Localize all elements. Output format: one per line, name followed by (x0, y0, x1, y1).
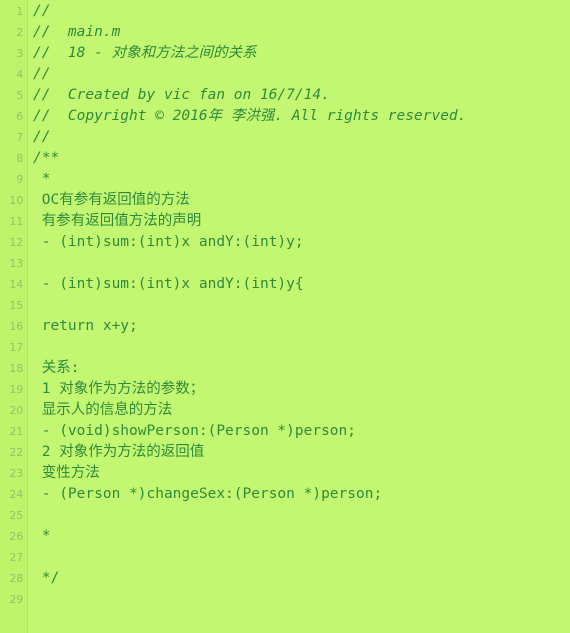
line-number[interactable]: 20 (0, 400, 27, 421)
line-number[interactable]: 10 (0, 190, 27, 211)
line-number[interactable]: 23 (0, 463, 27, 484)
line-number[interactable]: 21 (0, 421, 27, 442)
code-line[interactable]: // (33, 64, 570, 85)
line-number[interactable]: 4 (0, 64, 27, 85)
line-number[interactable]: 14 (0, 274, 27, 295)
code-line[interactable]: - (int)sum:(int)x andY:(int)y; (33, 232, 570, 253)
code-line[interactable]: 有参有返回值方法的声明 (33, 211, 570, 232)
code-line[interactable]: // (33, 1, 570, 22)
line-number[interactable]: 5 (0, 85, 27, 106)
code-line[interactable] (33, 253, 570, 274)
line-number[interactable]: 1 (0, 1, 27, 22)
line-number[interactable]: 8 (0, 148, 27, 169)
line-number[interactable]: 28 (0, 568, 27, 589)
code-line[interactable]: 1 对象作为方法的参数； (33, 379, 570, 400)
code-line[interactable]: // main.m (33, 22, 570, 43)
code-line[interactable]: - (Person *)changeSex:(Person *)person; (33, 484, 570, 505)
code-line[interactable]: OC有参有返回值的方法 (33, 190, 570, 211)
line-number[interactable]: 12 (0, 232, 27, 253)
code-line[interactable]: return x+y; (33, 316, 570, 337)
line-number[interactable]: 29 (0, 589, 27, 610)
code-line[interactable]: // Copyright © 2016年 李洪强. All rights res… (33, 106, 570, 127)
line-number[interactable]: 16 (0, 316, 27, 337)
line-number[interactable]: 17 (0, 337, 27, 358)
line-number[interactable]: 22 (0, 442, 27, 463)
line-number[interactable]: 19 (0, 379, 27, 400)
code-line[interactable]: /** (33, 148, 570, 169)
code-line[interactable] (33, 547, 570, 568)
code-line[interactable]: 关系: (33, 358, 570, 379)
line-number[interactable]: 25 (0, 505, 27, 526)
code-line[interactable] (33, 589, 570, 610)
code-line[interactable] (33, 295, 570, 316)
line-number[interactable]: 26 (0, 526, 27, 547)
line-number[interactable]: 3 (0, 43, 27, 64)
line-number[interactable]: 7 (0, 127, 27, 148)
line-number[interactable]: 13 (0, 253, 27, 274)
line-number[interactable]: 9 (0, 169, 27, 190)
code-line[interactable]: // 18 - 对象和方法之间的关系 (33, 43, 570, 64)
code-line[interactable]: // Created by vic fan on 16/7/14. (33, 85, 570, 106)
code-line[interactable]: 变性方法 (33, 463, 570, 484)
code-line[interactable]: * (33, 169, 570, 190)
line-number-gutter[interactable]: 1 2 3 4 5 6 7 8 9 10 11 12 13 14 15 16 17 18 19 20 21 22 23 24 2… (0, 0, 28, 633)
line-number[interactable]: 6 (0, 106, 27, 127)
line-number[interactable]: 2 (0, 22, 27, 43)
code-line[interactable]: - (void)showPerson:(Person *)person; (33, 421, 570, 442)
line-number[interactable]: 11 (0, 211, 27, 232)
code-line[interactable]: * (33, 526, 570, 547)
code-line[interactable]: 显示人的信息的方法 (33, 400, 570, 421)
code-line[interactable]: 2 对象作为方法的返回值 (33, 442, 570, 463)
code-line[interactable]: */ (33, 568, 570, 589)
code-content-area[interactable]: //// main.m// 18 - 对象和方法之间的关系//// Create… (28, 0, 570, 633)
line-number[interactable]: 18 (0, 358, 27, 379)
line-number[interactable]: 27 (0, 547, 27, 568)
code-line[interactable] (33, 505, 570, 526)
line-number[interactable]: 15 (0, 295, 27, 316)
line-number[interactable]: 24 (0, 484, 27, 505)
code-line[interactable] (33, 337, 570, 358)
code-line[interactable]: - (int)sum:(int)x andY:(int)y{ (33, 274, 570, 295)
code-editor[interactable]: 1 2 3 4 5 6 7 8 9 10 11 12 13 14 15 16 17 18 19 20 21 22 23 24 2… (0, 0, 570, 633)
code-line[interactable]: // (33, 127, 570, 148)
